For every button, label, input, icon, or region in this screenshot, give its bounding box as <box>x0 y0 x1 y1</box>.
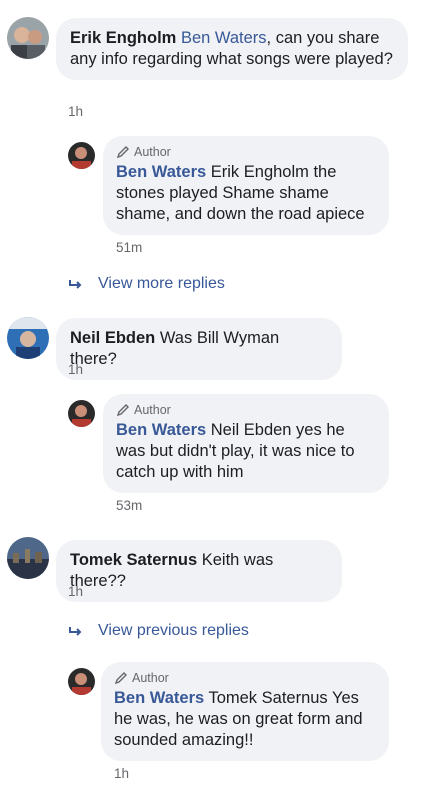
avatar-ben-waters[interactable] <box>68 142 95 169</box>
view-more-replies-label: View more replies <box>98 275 225 292</box>
comment-bubble-erik: Erik Engholm Ben Waters, can you share a… <box>56 18 408 80</box>
comment-bubble-tomek: Tomek Saternus Keith was there?? <box>56 540 342 602</box>
author-badge-label: Author <box>132 671 169 685</box>
pencil-icon <box>114 672 127 685</box>
reply-bubble: Author Ben Waters Tomek Saternus Yes he … <box>101 662 389 761</box>
avatar-erik-engholm[interactable] <box>7 17 49 59</box>
reply-author-name[interactable]: Ben Waters <box>116 421 206 439</box>
commenter-name[interactable]: Tomek Saternus <box>70 551 197 569</box>
reply-arrow-icon <box>69 627 82 636</box>
avatar-ben-waters[interactable] <box>68 400 95 427</box>
reply-timestamp[interactable]: 1h <box>114 766 129 781</box>
avatar-neil-ebden[interactable] <box>7 317 49 359</box>
reply-timestamp[interactable]: 51m <box>116 240 142 255</box>
commenter-name[interactable]: Erik Engholm <box>70 29 176 47</box>
mention-link[interactable]: Ben Waters <box>181 29 267 47</box>
view-more-replies-link[interactable]: View more replies <box>68 275 225 293</box>
pencil-icon <box>116 404 129 417</box>
view-previous-replies-link[interactable]: View previous replies <box>68 622 249 640</box>
reply-author-name[interactable]: Ben Waters <box>114 689 204 707</box>
author-badge: Author <box>116 144 376 160</box>
author-badge-label: Author <box>134 403 171 417</box>
comment-timestamp[interactable]: 1h <box>68 362 83 377</box>
comment-bubble-neil: Neil Ebden Was Bill Wyman there? <box>56 318 342 380</box>
reply-arrow-icon <box>69 280 82 289</box>
pencil-icon <box>116 146 129 159</box>
author-badge: Author <box>114 670 376 686</box>
commenter-name[interactable]: Neil Ebden <box>70 329 155 347</box>
author-badge-label: Author <box>134 145 171 159</box>
reply-bubble: Author Ben Waters Neil Ebden yes he was … <box>103 394 389 493</box>
reply-timestamp[interactable]: 53m <box>116 498 142 513</box>
author-badge: Author <box>116 402 376 418</box>
reply-bubble: Author Ben Waters Erik Engholm the stone… <box>103 136 389 235</box>
avatar-ben-waters[interactable] <box>68 668 95 695</box>
comment-timestamp[interactable]: 1h <box>68 104 83 119</box>
comment-timestamp[interactable]: 1h <box>68 584 83 599</box>
view-previous-replies-label: View previous replies <box>98 622 249 639</box>
avatar-tomek-saternus[interactable] <box>7 537 49 579</box>
reply-author-name[interactable]: Ben Waters <box>116 163 206 181</box>
